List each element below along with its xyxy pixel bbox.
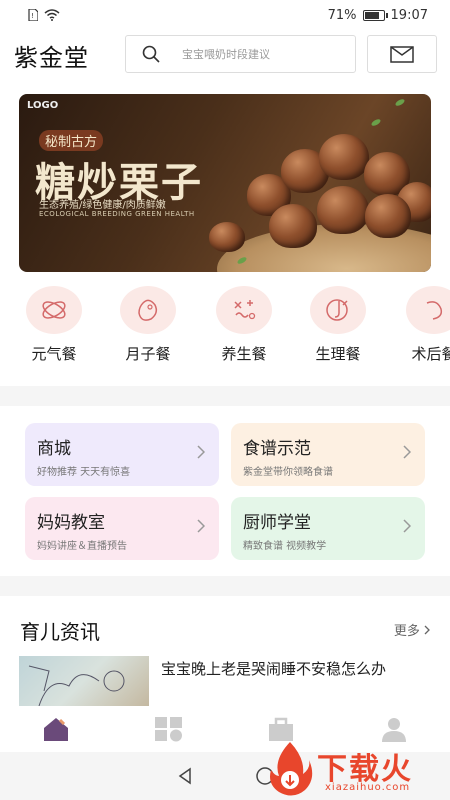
banner-subtitle: 生态养殖/绿色健康/肉质鲜嫩 [39,200,166,211]
more-link[interactable]: 更多 [394,620,430,639]
recipe-card[interactable]: 食谱示范 紫金堂带你领略食谱 [231,423,425,486]
status-icons-left: ! [28,9,60,21]
chestnut-image [209,222,245,252]
news-section-title: 育儿资讯 [20,620,100,644]
chevron-right-icon [424,625,430,635]
leaf-decoration [394,97,406,108]
card-title: 厨师学堂 [243,513,311,533]
clock: 19:07 [390,7,428,23]
battery-percent: 71% [327,7,357,23]
circle-hook-icon [326,299,348,321]
category-icon-circle [120,286,176,334]
banner-subtitle-en: ECOLOGICAL BREEDING GREEN HEALTH [39,210,195,218]
promo-banner[interactable]: LOGO 秘制古方 糖炒栗子 生态养殖/绿色健康/肉质鲜嫩 ECOLOGICAL… [19,94,431,272]
flame-icon [270,742,313,796]
card-subtitle: 好物推荐 天天有惊喜 [37,467,131,478]
category-item[interactable]: 月子餐 [108,286,188,364]
card-title: 食谱示范 [243,439,311,459]
home-icon [44,718,69,741]
banner-tag: 秘制古方 [39,130,104,151]
card-subtitle: 精致食谱 视频教学 [243,541,327,552]
grid-icon [154,717,182,742]
category-item[interactable]: 生理餐 [298,286,378,364]
shop-card[interactable]: 商城 好物推荐 天天有惊喜 [25,423,219,486]
search-input[interactable]: 宝宝喂奶时段建议 [125,35,356,73]
wifi-icon [44,9,60,21]
category-row: 元气餐 月子餐 养生餐 生理餐 术后餐 [0,286,450,366]
news-item-title: 宝宝晚上老是哭闹睡不安稳怎么办 [161,660,387,678]
card-subtitle: 紫金堂带你领略食谱 [243,467,333,478]
status-icons-right: 71% 19:07 [328,8,428,23]
partial-icon [426,301,443,320]
chestnut-image [317,186,369,234]
tab-category[interactable] [113,706,226,752]
back-icon[interactable] [175,766,195,786]
chestnut-image [269,204,317,248]
mail-icon [390,45,414,63]
battery-icon [362,9,388,21]
category-label: 月子餐 [125,345,171,363]
section-divider [0,386,450,406]
chevron-right-icon [197,519,205,533]
svg-text:!: ! [31,12,34,20]
chevron-right-icon [403,445,411,459]
chestnut-image [319,134,369,180]
bean-icon [138,299,158,321]
cross-icon [234,300,256,320]
card-title: 商城 [37,439,71,459]
illustration-image [28,665,125,706]
category-label: 养生餐 [221,345,267,363]
card-title: 妈妈教室 [37,513,105,533]
category-item[interactable]: 养生餐 [204,286,284,364]
tab-home[interactable] [0,706,113,752]
watermark-url: xiazaihuo.com [325,782,411,793]
chestnut-image [365,194,411,238]
status-bar: ! 71% 19:07 [0,0,450,30]
battery-level [364,11,379,19]
category-item[interactable]: 元气餐 [14,286,94,364]
category-label: 术后餐 [411,345,450,363]
news-thumbnail [19,656,149,706]
chef-school-card[interactable]: 厨师学堂 精致食谱 视频教学 [231,497,425,560]
banner-logo: LOGO [27,100,59,111]
news-list-item[interactable]: 宝宝晚上老是哭闹睡不安稳怎么办 [19,656,431,706]
chevron-right-icon [403,519,411,533]
card-subtitle: 妈妈讲座＆直播预告 [37,541,127,552]
category-label: 生理餐 [315,345,361,363]
search-placeholder: 宝宝喂奶时段建议 [182,48,270,61]
message-button[interactable] [367,35,437,73]
app-header: 紫金堂 宝宝喂奶时段建议 [0,34,450,74]
watermark-logo: 下载火 xiazaihuo.com [265,738,450,800]
category-icon-circle [26,286,82,334]
category-label: 元气餐 [31,345,77,363]
atom-icon [42,301,66,319]
search-icon [142,45,160,63]
more-label: 更多 [393,624,420,639]
category-icon-circle [406,286,450,334]
category-icon-circle [310,286,366,334]
mom-class-card[interactable]: 妈妈教室 妈妈讲座＆直播预告 [25,497,219,560]
section-divider [0,576,450,596]
category-item[interactable]: 术后餐 [394,286,450,364]
chevron-right-icon [197,445,205,459]
leaf-decoration [370,117,382,128]
app-title: 紫金堂 [14,44,89,72]
news-header: 育儿资讯 更多 [20,616,430,644]
category-icon-circle [216,286,272,334]
sim-card-icon: ! [28,9,38,21]
